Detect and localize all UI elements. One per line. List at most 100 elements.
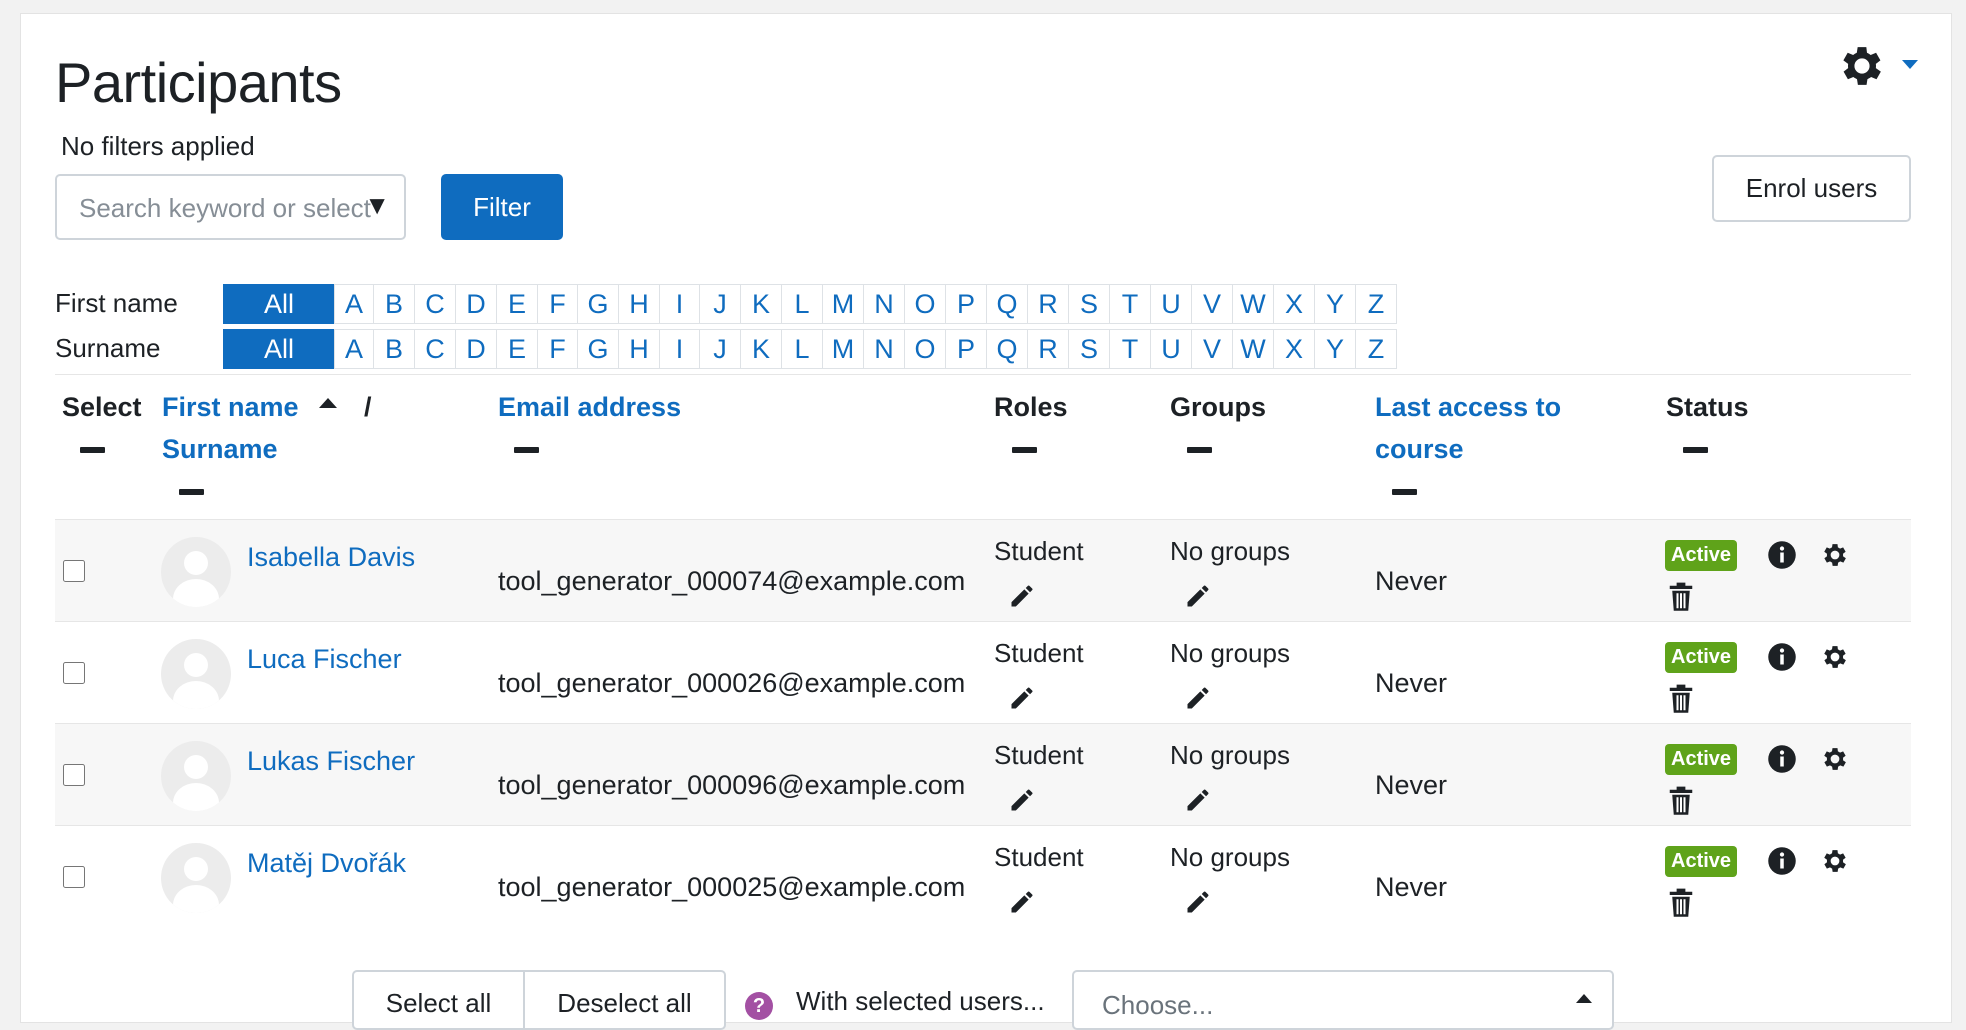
cog-icon[interactable] [1820,846,1850,876]
pencil-icon[interactable] [1008,684,1036,712]
filter-button[interactable]: Filter [441,174,563,240]
trash-icon[interactable] [1668,582,1694,612]
column-hide-toggle-roles[interactable] [1012,447,1037,453]
column-header-firstname[interactable]: First name [162,386,299,428]
surname-initial-i[interactable]: I [659,329,700,369]
surname-initial-v[interactable]: V [1191,329,1233,369]
column-header-lastaccess[interactable]: Last access to [1375,386,1561,428]
info-icon[interactable] [1767,846,1797,876]
pencil-icon[interactable] [1184,684,1212,712]
firstname-initial-p[interactable]: P [945,284,987,324]
surname-initial-k[interactable]: K [740,329,782,369]
firstname-initial-v[interactable]: V [1191,284,1233,324]
firstname-initial-n[interactable]: N [863,284,905,324]
surname-initial-f[interactable]: F [537,329,578,369]
pencil-icon[interactable] [1008,888,1036,916]
column-header-email[interactable]: Email address [498,386,681,428]
trash-icon[interactable] [1668,786,1694,816]
user-name-link[interactable]: Isabella Davis [247,542,415,573]
firstname-initial-c[interactable]: C [414,284,456,324]
pencil-icon[interactable] [1184,582,1212,610]
firstname-initial-i[interactable]: I [659,284,700,324]
surname-initial-c[interactable]: C [414,329,456,369]
firstname-initial-g[interactable]: G [577,284,619,324]
surname-initial-x[interactable]: X [1273,329,1315,369]
firstname-initial-t[interactable]: T [1109,284,1151,324]
cog-icon[interactable] [1820,642,1850,672]
column-hide-toggle-groups[interactable] [1187,447,1212,453]
column-header-surname[interactable]: Surname [162,428,278,470]
firstname-initial-k[interactable]: K [740,284,782,324]
pencil-icon[interactable] [1184,888,1212,916]
column-hide-toggle-select[interactable] [80,447,105,453]
surname-initial-b[interactable]: B [373,329,415,369]
surname-initial-o[interactable]: O [904,329,946,369]
surname-initial-w[interactable]: W [1232,329,1274,369]
column-hide-toggle-lastaccess[interactable] [1392,489,1417,495]
row-select-checkbox[interactable] [63,866,85,888]
user-name-link[interactable]: Lukas Fischer [247,746,415,777]
enrol-users-button[interactable]: Enrol users [1712,155,1911,222]
info-icon[interactable] [1767,744,1797,774]
deselect-all-button[interactable]: Deselect all [523,970,726,1030]
surname-initial-q[interactable]: Q [986,329,1028,369]
select-all-button[interactable]: Select all [352,970,525,1030]
surname-initial-z[interactable]: Z [1355,329,1397,369]
pencil-icon[interactable] [1008,582,1036,610]
surname-initial-all[interactable]: All [223,329,335,369]
firstname-initial-m[interactable]: M [822,284,864,324]
surname-initial-y[interactable]: Y [1314,329,1356,369]
dropdown-arrow-icon[interactable]: ▼ [364,190,390,221]
surname-initial-h[interactable]: H [618,329,660,369]
firstname-initial-q[interactable]: Q [986,284,1028,324]
surname-initial-t[interactable]: T [1109,329,1151,369]
user-name-link[interactable]: Luca Fischer [247,644,402,675]
firstname-initial-b[interactable]: B [373,284,415,324]
bulk-action-select[interactable]: Choose... [1072,970,1614,1030]
surname-initial-s[interactable]: S [1068,329,1110,369]
search-input[interactable] [77,176,381,238]
surname-initial-e[interactable]: E [496,329,538,369]
row-select-checkbox[interactable] [63,560,85,582]
trash-icon[interactable] [1668,888,1694,918]
help-icon[interactable]: ? [745,992,773,1020]
firstname-initial-r[interactable]: R [1027,284,1069,324]
surname-initial-m[interactable]: M [822,329,864,369]
cog-icon[interactable] [1820,744,1850,774]
firstname-initial-y[interactable]: Y [1314,284,1356,324]
firstname-initial-j[interactable]: J [699,284,741,324]
firstname-initial-all[interactable]: All [223,284,335,324]
firstname-initial-f[interactable]: F [537,284,578,324]
row-select-checkbox[interactable] [63,662,85,684]
info-icon[interactable] [1767,540,1797,570]
search-filter-box[interactable]: ▼ [55,174,406,240]
surname-initial-r[interactable]: R [1027,329,1069,369]
firstname-initial-u[interactable]: U [1150,284,1192,324]
column-hide-toggle-email[interactable] [514,447,539,453]
pencil-icon[interactable] [1008,786,1036,814]
row-select-checkbox[interactable] [63,764,85,786]
firstname-initial-s[interactable]: S [1068,284,1110,324]
surname-initial-n[interactable]: N [863,329,905,369]
firstname-initial-o[interactable]: O [904,284,946,324]
column-header-lastaccess-cont[interactable]: course [1375,428,1464,470]
surname-initial-u[interactable]: U [1150,329,1192,369]
firstname-initial-l[interactable]: L [781,284,823,324]
cog-icon[interactable] [1820,540,1850,570]
firstname-initial-w[interactable]: W [1232,284,1274,324]
column-hide-toggle-status[interactable] [1683,447,1708,453]
firstname-initial-a[interactable]: A [334,284,374,324]
column-hide-toggle-name[interactable] [179,489,204,495]
firstname-initial-x[interactable]: X [1273,284,1315,324]
surname-initial-a[interactable]: A [334,329,374,369]
surname-initial-p[interactable]: P [945,329,987,369]
firstname-initial-e[interactable]: E [496,284,538,324]
page-actions-menu[interactable] [1836,40,1926,90]
trash-icon[interactable] [1668,684,1694,714]
surname-initial-j[interactable]: J [699,329,741,369]
firstname-initial-h[interactable]: H [618,284,660,324]
firstname-initial-z[interactable]: Z [1355,284,1397,324]
surname-initial-d[interactable]: D [455,329,497,369]
firstname-initial-d[interactable]: D [455,284,497,324]
pencil-icon[interactable] [1184,786,1212,814]
